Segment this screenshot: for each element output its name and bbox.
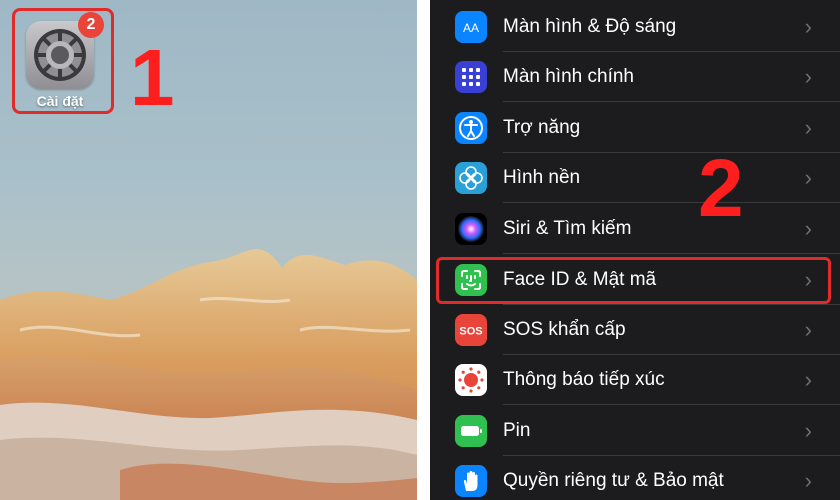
panel-divider — [417, 0, 430, 500]
home-screen-icon — [455, 61, 487, 93]
settings-row-siri-search[interactable]: Siri & Tìm kiếm › — [430, 204, 840, 254]
chevron-right-icon: › — [804, 64, 812, 89]
chevron-right-icon: › — [804, 14, 812, 39]
settings-row-label: Quyền riêng tư & Bảo mật — [503, 470, 724, 491]
row-separator — [503, 404, 840, 405]
chevron-right-icon: › — [804, 317, 812, 342]
row-separator — [503, 253, 840, 254]
settings-row-label: Hình nền — [503, 167, 581, 188]
wallpaper-flower-icon — [455, 162, 487, 194]
sos-icon: SOS — [455, 314, 487, 346]
accessibility-icon — [455, 112, 487, 144]
settings-row-exposure-notifications[interactable]: Thông báo tiếp xúc › — [430, 355, 840, 405]
settings-row-label: Trợ năng — [503, 117, 581, 138]
row-separator — [503, 202, 840, 203]
settings-row-home-screen[interactable]: Màn hình chính › — [430, 52, 840, 102]
settings-row-battery[interactable]: Pin › — [430, 406, 840, 456]
settings-row-accessibility[interactable]: Trợ năng › — [430, 103, 840, 153]
chevron-right-icon: › — [804, 367, 812, 392]
chevron-right-icon: › — [804, 216, 812, 241]
highlight-box-step-2 — [436, 257, 831, 304]
svg-text:AA: AA — [463, 21, 479, 35]
settings-row-display-brightness[interactable]: AA Màn hình & Độ sáng › — [430, 2, 840, 52]
settings-row-label: Pin — [503, 420, 531, 441]
settings-row-wallpaper[interactable]: Hình nền › — [430, 153, 840, 203]
settings-row-label: Màn hình & Độ sáng — [503, 16, 677, 37]
row-separator — [503, 101, 840, 102]
chevron-right-icon: › — [804, 115, 812, 140]
chevron-right-icon: › — [804, 165, 812, 190]
settings-row-label: SOS khẩn cấp — [503, 319, 626, 340]
siri-icon — [455, 213, 487, 245]
battery-icon — [455, 415, 487, 447]
settings-screen: AA Màn hình & Độ sáng › Màn hình chính › — [430, 0, 840, 500]
settings-row-emergency-sos[interactable]: SOS SOS khẩn cấp › — [430, 305, 840, 355]
step-number-2: 2 — [698, 143, 744, 234]
step-number-1: 1 — [130, 33, 175, 122]
home-screen: 2 Cài đặt 1 — [0, 0, 417, 500]
privacy-hand-icon — [455, 465, 487, 497]
chevron-right-icon: › — [804, 468, 812, 493]
svg-text:SOS: SOS — [459, 326, 482, 338]
settings-row-label: Siri & Tìm kiếm — [503, 218, 632, 239]
display-brightness-icon: AA — [455, 11, 487, 43]
highlight-box-step-1 — [12, 8, 114, 114]
settings-row-label: Thông báo tiếp xúc — [503, 369, 665, 390]
exposure-notification-icon — [455, 364, 487, 396]
settings-row-label: Màn hình chính — [503, 66, 634, 87]
chevron-right-icon: › — [804, 418, 812, 443]
settings-row-privacy-security[interactable]: Quyền riêng tư & Bảo mật › — [430, 456, 840, 500]
